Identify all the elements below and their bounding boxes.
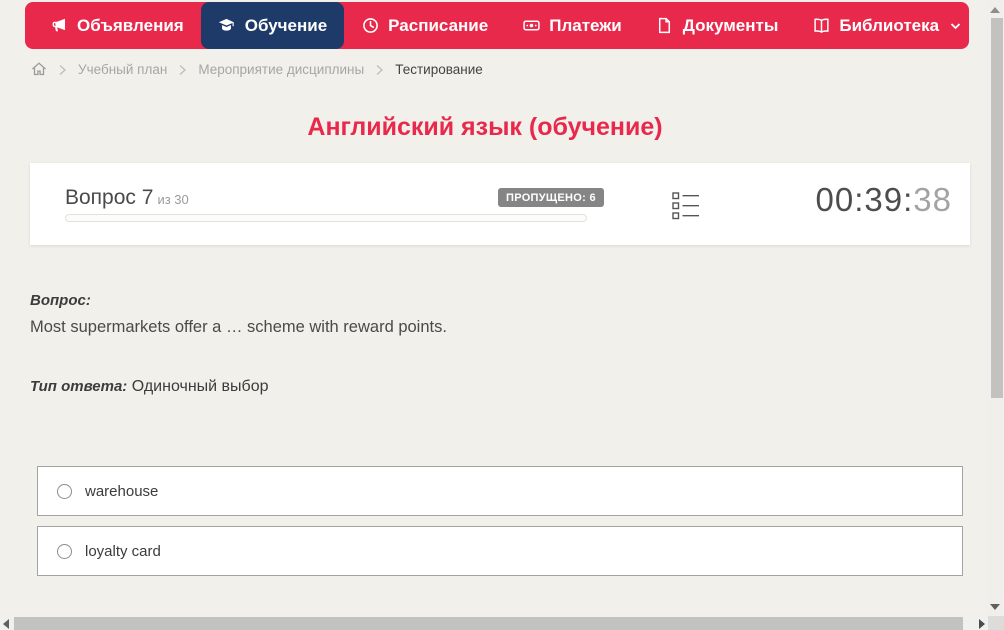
option-label: loyalty card — [85, 542, 161, 560]
breadcrumb-item-curriculum[interactable]: Учебный план — [78, 62, 167, 77]
answer-option-warehouse[interactable]: warehouse — [37, 466, 963, 516]
nav-item-documents[interactable]: Документы — [639, 2, 796, 49]
horizontal-scrollbar[interactable] — [0, 616, 988, 630]
test-page: Объявления Обучение Расписание Платежи Д… — [0, 0, 1004, 630]
nav-item-schedule[interactable]: Расписание — [344, 2, 505, 49]
breadcrumb-separator-icon — [178, 64, 187, 76]
nav-item-label: Библиотека — [839, 15, 940, 35]
breadcrumb-item-testing: Тестирование — [395, 62, 483, 77]
nav-item-label: Обучение — [244, 15, 328, 35]
progress-bar — [65, 214, 587, 222]
nav-item-label: Документы — [682, 15, 779, 35]
question-total: из 30 — [157, 192, 189, 207]
timer-seconds: 38 — [913, 181, 952, 218]
banknote-icon — [522, 17, 540, 35]
nav-item-library[interactable]: Библиотека — [795, 2, 978, 49]
breadcrumb-item-discipline-activity[interactable]: Мероприятие дисциплины — [198, 62, 364, 77]
nav-item-label: Объявления — [77, 15, 184, 35]
radio-button[interactable] — [57, 483, 72, 499]
timer: 00:39:38 — [816, 181, 952, 219]
nav-item-learning[interactable]: Обучение — [200, 2, 345, 49]
question-list-icon — [672, 192, 700, 225]
scrollbar-corner — [988, 616, 1004, 630]
skipped-badge: ПРОПУЩЕНО: 6 — [498, 188, 604, 207]
scroll-up-arrow-icon[interactable] — [990, 7, 1000, 13]
radio-button[interactable] — [57, 543, 72, 559]
answer-type-value: Одиночный выбор — [131, 378, 269, 395]
breadcrumb-separator-icon — [375, 64, 384, 76]
clock-icon — [361, 17, 379, 35]
nav-item-label: Платежи — [549, 15, 622, 35]
question-list-button[interactable] — [672, 191, 700, 221]
nav-item-payments[interactable]: Платежи — [505, 2, 639, 49]
home-icon[interactable] — [31, 62, 47, 77]
scroll-down-arrow-icon[interactable] — [990, 604, 1000, 610]
nav-item-label: Расписание — [388, 15, 489, 35]
graduation-cap-icon — [218, 17, 236, 35]
book-icon — [812, 17, 830, 35]
horizontal-scroll-thumb[interactable] — [14, 617, 963, 630]
option-label: warehouse — [85, 482, 159, 500]
answer-type-label: Тип ответа: — [30, 378, 128, 395]
vertical-scrollbar[interactable] — [986, 0, 1004, 616]
chevron-down-icon — [950, 22, 961, 30]
main-navbar: Объявления Обучение Расписание Платежи Д… — [25, 2, 969, 49]
question-number: Вопрос 7 из 30 — [65, 186, 189, 209]
breadcrumb-separator-icon — [58, 64, 67, 76]
nav-item-announcements[interactable]: Объявления — [33, 2, 201, 49]
megaphone-icon — [50, 17, 68, 35]
breadcrumb: Учебный план Мероприятие дисциплины Тест… — [31, 62, 483, 77]
timer-hours-minutes: 00:39: — [815, 181, 914, 218]
scroll-right-arrow-icon[interactable] — [979, 619, 985, 629]
scroll-left-arrow-icon[interactable] — [3, 619, 9, 629]
answer-option-loyalty-card[interactable]: loyalty card — [37, 526, 963, 576]
document-icon — [656, 17, 674, 35]
question-header-card: Вопрос 7 из 30 ПРОПУЩЕНО: 6 00:39:38 — [30, 163, 970, 245]
vertical-scroll-thumb[interactable] — [991, 18, 1003, 398]
question-text: Most supermarkets offer a … scheme with … — [30, 318, 447, 336]
answer-type: Тип ответа: Одиночный выбор — [30, 378, 269, 396]
page-title: Английский язык (обучение) — [307, 113, 663, 141]
question-label: Вопрос: — [30, 292, 91, 309]
